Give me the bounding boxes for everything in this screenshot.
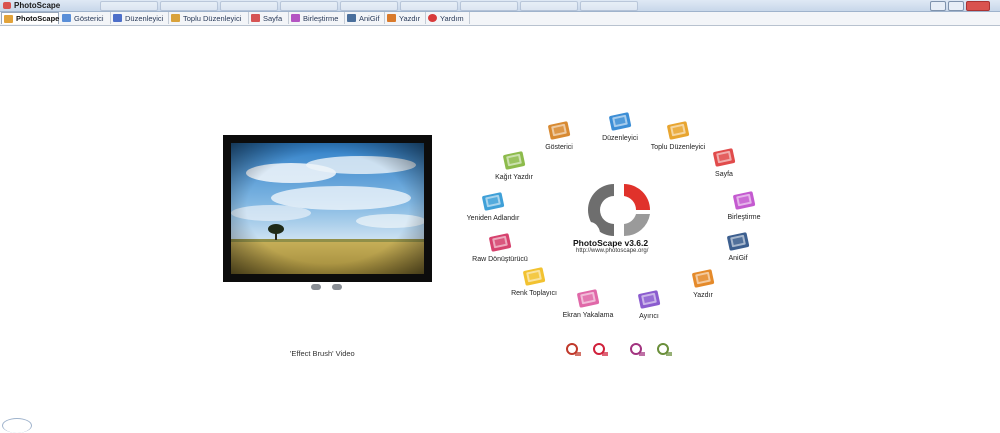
module-page[interactable]: Sayfa	[713, 148, 736, 178]
module-screen-capture[interactable]: Ekran Yakalama	[563, 289, 613, 319]
taskbar-ghost-tab	[460, 1, 518, 11]
video-link[interactable]: 'Effect Brush' Video	[290, 349, 355, 358]
module-color-picker[interactable]: Renk Toplayıcı	[511, 267, 557, 297]
close-button[interactable]	[966, 1, 990, 11]
anigif-icon	[347, 14, 356, 22]
tab-combine[interactable]: Birleştirme	[289, 12, 345, 24]
app-version-title: PhotoScape v3.6.2	[573, 238, 649, 248]
tab-label: Toplu Düzenleyici	[183, 13, 242, 23]
batch-editor-icon	[171, 14, 180, 22]
corner-scroll-indicator	[2, 418, 32, 433]
taskbar-ghost-tab	[340, 1, 398, 11]
module-combine[interactable]: Birleştirme	[727, 191, 761, 221]
tab-batch-editor[interactable]: Toplu Düzenleyici	[169, 12, 249, 24]
taskbar-ghost-tab	[520, 1, 578, 11]
taskbar-ghost-tab	[160, 1, 218, 11]
photoscape-icon	[4, 14, 13, 23]
module-batch-editor[interactable]: Toplu Düzenleyici	[651, 121, 705, 151]
anigif-icon	[725, 230, 751, 252]
module-label: Kağıt Yazdır	[495, 174, 533, 181]
viewer-icon	[62, 14, 71, 22]
print-icon	[690, 267, 716, 289]
module-label: Yeniden Adlandır	[466, 215, 520, 222]
print-icon	[387, 14, 396, 22]
module-label: AniGif	[728, 255, 748, 262]
paper-print-icon	[501, 149, 527, 171]
taskbar-ghost-tab	[100, 1, 158, 11]
tab-label: Sayfa	[263, 13, 283, 23]
tab-editor[interactable]: Düzenleyici	[111, 12, 169, 24]
magnifier-tool-icon[interactable]	[565, 342, 583, 358]
video-prev-button[interactable]	[311, 284, 321, 290]
landscape-image	[231, 143, 424, 274]
module-label: Gösterici	[545, 144, 573, 151]
window-title: PhotoScape	[14, 1, 61, 10]
tab-label: Gösterici	[74, 13, 104, 23]
text-glyph-tool-icon[interactable]	[592, 342, 610, 358]
picture-frame-tool-icon[interactable]	[656, 342, 674, 358]
module-label: Ekran Yakalama	[562, 312, 614, 319]
module-anigif[interactable]: AniGif	[727, 232, 750, 262]
headphones-tool-icon[interactable]	[629, 342, 647, 358]
website-link[interactable]: http://www.photoscape.org/	[576, 248, 648, 254]
taskbar-ghost-tab	[280, 1, 338, 11]
tab-anigif[interactable]: AniGif	[345, 12, 385, 24]
combine-icon	[731, 189, 757, 211]
raw-converter-icon	[487, 231, 513, 253]
module-tab-bar: PhotoScape Gösterici Düzenleyici Toplu D…	[0, 12, 1000, 26]
tab-label: Düzenleyici	[125, 13, 164, 23]
module-rename[interactable]: Yeniden Adlandır	[467, 192, 519, 222]
taskbar-ghost-tab	[220, 1, 278, 11]
editor-icon	[607, 110, 633, 132]
tab-label: PhotoScape	[16, 14, 60, 23]
video-next-button[interactable]	[332, 284, 342, 290]
module-paper-print[interactable]: Kağıt Yazdır	[495, 151, 533, 181]
page-icon	[251, 14, 260, 22]
module-label: Raw Dönüştürücü	[472, 256, 528, 263]
module-print[interactable]: Yazdır	[692, 269, 715, 299]
tab-page[interactable]: Sayfa	[249, 12, 289, 24]
photoscape-logo-icon	[580, 184, 650, 237]
sample-photo-frame	[223, 135, 432, 282]
tab-help[interactable]: Yardım	[426, 12, 470, 24]
module-label: Renk Toplayıcı	[511, 290, 557, 297]
module-label: Ayırıcı	[639, 313, 659, 320]
editor-icon	[113, 14, 122, 22]
module-label: Toplu Düzenleyici	[650, 144, 706, 151]
tab-label: AniGif	[359, 13, 380, 23]
tab-label: Birleştirme	[303, 13, 339, 23]
module-label: Birleştirme	[727, 214, 761, 221]
module-label: Sayfa	[715, 171, 733, 178]
tab-label: Yardım	[440, 13, 464, 23]
module-viewer[interactable]: Gösterici	[545, 121, 573, 151]
module-label: Düzenleyici	[602, 135, 638, 142]
module-raw-converter[interactable]: Raw Dönüştürücü	[472, 233, 528, 263]
combine-icon	[291, 14, 300, 22]
module-splitter[interactable]: Ayırıcı	[638, 290, 661, 320]
minimize-button[interactable]	[930, 1, 946, 11]
page-icon	[711, 146, 737, 168]
module-editor[interactable]: Düzenleyici	[602, 112, 638, 142]
viewer-icon	[546, 119, 572, 141]
batch-editor-icon	[665, 119, 691, 141]
rename-icon	[480, 190, 506, 212]
color-picker-icon	[521, 265, 547, 287]
tab-print[interactable]: Yazdır	[385, 12, 426, 24]
module-label: Yazdır	[693, 292, 713, 299]
splitter-icon	[636, 288, 662, 310]
sample-landscape-photo	[231, 143, 424, 274]
taskbar-ghost-tab	[400, 1, 458, 11]
help-icon	[428, 14, 437, 22]
screen-capture-icon	[575, 287, 601, 309]
photoscape-app-icon	[3, 2, 11, 9]
tab-viewer[interactable]: Gösterici	[60, 12, 111, 24]
maximize-button[interactable]	[948, 1, 964, 11]
taskbar-ghost-tab	[580, 1, 638, 11]
tab-photoscape[interactable]: PhotoScape	[1, 12, 59, 24]
tab-label: Yazdır	[399, 13, 421, 23]
window-titlebar: PhotoScape	[0, 0, 1000, 12]
